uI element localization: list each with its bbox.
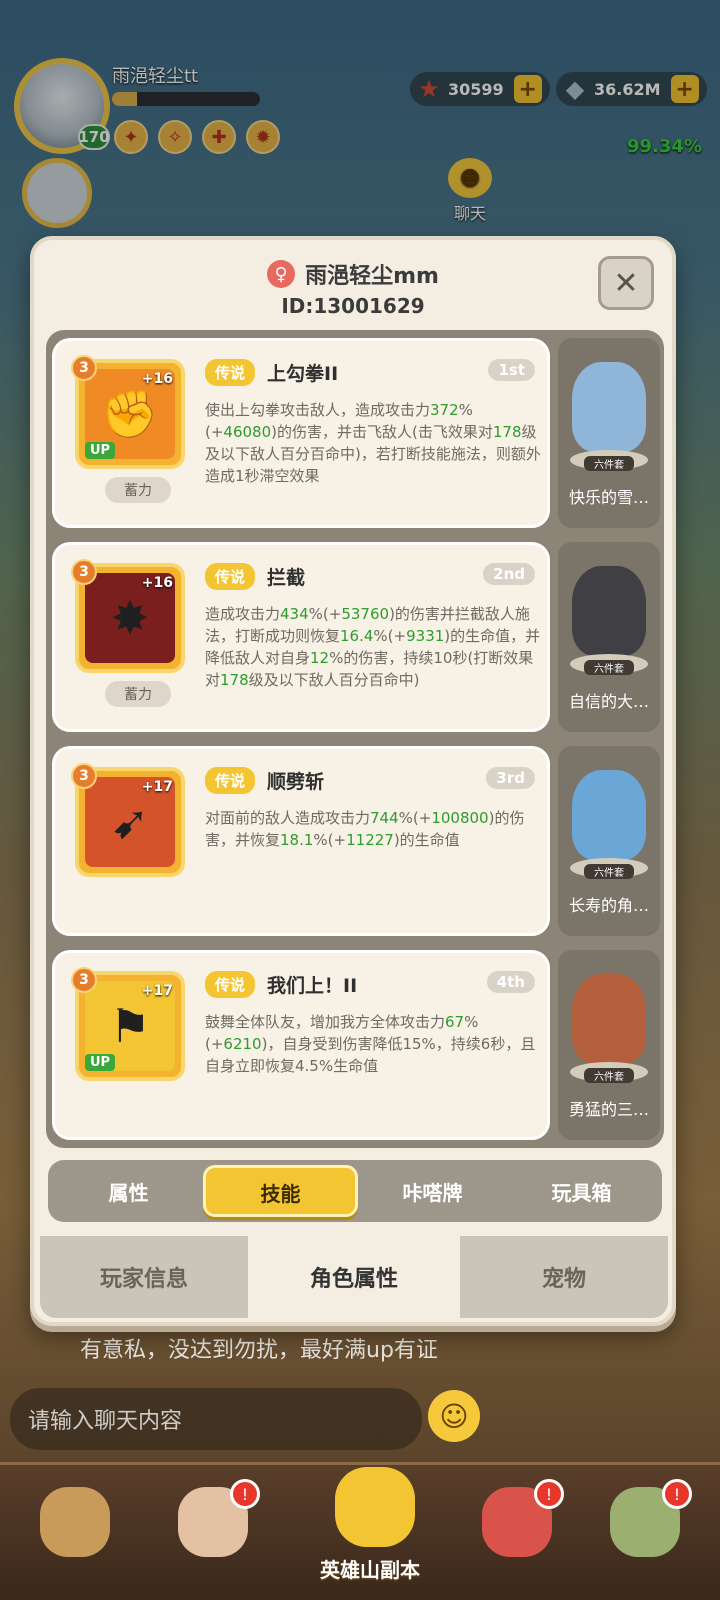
main-tab[interactable]: 角色属性 (250, 1236, 460, 1318)
skill-card[interactable]: ✊ 3 +16 UP 蓄力 传说 上勾拳II 1st 使出上勾拳攻击敌人，造成攻击力372%(+… (52, 338, 550, 528)
nav-character-icon (40, 1487, 110, 1557)
skill-header: 传说 拦截 (205, 563, 305, 590)
pet-name: 勇猛的三… (568, 1100, 649, 1119)
skill-rarity-badge: 传说 (205, 359, 256, 386)
skill-plus-level: +16 (141, 575, 173, 591)
skill-plus-level: +17 (141, 779, 173, 795)
nav-center-label: 英雄山副本 (320, 1558, 420, 1582)
dialog-header: ♀ 雨浥轻尘mm ID:13001629 ✕ (34, 240, 672, 332)
skills-panel: ✊ 3 +16 UP 蓄力 传说 上勾拳II 1st 使出上勾拳攻击敌人，造成攻击力372%(+… (46, 330, 664, 1148)
skill-type-tag: 蓄力 (105, 681, 171, 707)
skill-name: 我们上！II (267, 975, 358, 997)
skill-icon[interactable]: ➹ 3 +17 (71, 763, 185, 877)
emoji-button[interactable]: ☺ (428, 1390, 480, 1442)
pet-card[interactable]: 六件套快乐的雪… (558, 338, 660, 528)
skill-subtab[interactable]: 属性 (54, 1177, 203, 1206)
skill-header: 传说 上勾拳II (205, 359, 338, 386)
skill-slot-rank: 4th (486, 971, 535, 993)
mountain-icon (335, 1467, 415, 1547)
skill-icon[interactable]: ✊ 3 +16 UP (71, 355, 185, 469)
skill-slot-rank: 2nd (483, 563, 535, 585)
skill-card[interactable]: ➹ 3 +17 传说 顺劈斩 3rd 对面前的敌人造成攻击力744%(+100800)的伤害… (52, 746, 550, 936)
pet-name: 快乐的雪… (568, 488, 649, 507)
pet-set-label: 六件套 (584, 864, 634, 879)
skill-rarity-badge: 传说 (205, 767, 256, 794)
nav-item-5[interactable]: ! (590, 1475, 700, 1593)
skill-header: 传说 顺劈斩 (205, 767, 324, 794)
skill-rarity-badge: 传说 (205, 563, 256, 590)
bottom-nav: ! 英雄山副本 ! ! (0, 1462, 720, 1600)
pet-set-label: 六件套 (584, 1068, 634, 1083)
skill-name: 上勾拳II (267, 363, 339, 385)
pet-name: 长寿的角… (568, 896, 649, 915)
skill-name: 拦截 (267, 567, 306, 589)
main-tab[interactable]: 宠物 (460, 1236, 668, 1318)
skill-up-badge: UP (85, 442, 116, 459)
pet-figure-icon (572, 362, 646, 452)
notification-badge-icon: ! (534, 1479, 564, 1509)
skill-description: 造成攻击力434%(+53760)的伤害并拦截敌人施法，打断成功则恢复16.4%… (205, 605, 541, 689)
skill-subtab[interactable]: 玩具箱 (507, 1177, 656, 1206)
dialog-name-row: ♀ 雨浥轻尘mm (34, 258, 672, 290)
pet-set-label: 六件套 (584, 456, 634, 471)
pet-card[interactable]: 六件套勇猛的三… (558, 950, 660, 1140)
skill-level-badge: 3 (71, 967, 97, 993)
skill-icon[interactable]: ⚑ 3 +17 UP (71, 967, 185, 1081)
pet-set-label: 六件套 (584, 660, 634, 675)
skill-type-tag: 蓄力 (105, 477, 171, 503)
close-button[interactable]: ✕ (598, 256, 654, 310)
skill-description: 使出上勾拳攻击敌人，造成攻击力372%(+46080)的伤害，并击飞敌人(击飞效… (205, 401, 541, 485)
skill-slot-rank: 3rd (486, 767, 535, 789)
pet-figure-icon (572, 974, 646, 1064)
skill-icon[interactable]: ✸ 3 +16 (71, 559, 185, 673)
skill-plus-level: +17 (141, 983, 173, 999)
skill-card[interactable]: ⚑ 3 +17 UP 传说 我们上！II 4th 鼓舞全体队友，增加我方全体攻击力67%(+6… (52, 950, 550, 1140)
skill-description: 鼓舞全体队友，增加我方全体攻击力67%(+6210)，自身受到伤害降低15%，持… (205, 1013, 536, 1075)
nav-item-2[interactable]: ! (158, 1475, 268, 1593)
main-tab[interactable]: 玩家信息 (40, 1236, 250, 1318)
pet-card[interactable]: 六件套长寿的角… (558, 746, 660, 936)
skill-level-badge: 3 (71, 355, 97, 381)
pet-name: 自信的大… (568, 692, 649, 711)
nav-item-hero-dungeon[interactable]: 英雄山副本 (295, 1455, 445, 1595)
skill-name: 顺劈斩 (267, 771, 325, 793)
skill-card[interactable]: ✸ 3 +16 蓄力 传说 拦截 2nd 造成攻击力434%(+53760)的伤害并拦截敌人施… (52, 542, 550, 732)
notification-badge-icon: ! (662, 1479, 692, 1509)
skill-rarity-badge: 传说 (205, 971, 256, 998)
dialog-player-id: ID:13001629 (281, 294, 425, 318)
skill-subtabs: 属性 技能 咔嗒牌 玩具箱 (48, 1160, 662, 1222)
skill-level-badge: 3 (71, 763, 97, 789)
main-tabs: 玩家信息 角色属性 宠物 (40, 1236, 668, 1318)
pet-figure-icon (572, 566, 646, 656)
skill-slot-rank: 1st (488, 359, 535, 381)
skill-plus-level: +16 (141, 371, 173, 387)
chat-last-message: 有意私，没达到勿扰，最好满up有证 (80, 1338, 438, 1363)
pet-figure-icon (572, 770, 646, 860)
pet-card[interactable]: 六件套自信的大… (558, 542, 660, 732)
nav-item-4[interactable]: ! (462, 1475, 572, 1593)
dialog-player-name: 雨浥轻尘mm (305, 264, 439, 289)
notification-badge-icon: ! (230, 1479, 260, 1509)
chat-input[interactable]: 请输入聊天内容 (10, 1388, 422, 1450)
skill-up-badge: UP (85, 1054, 116, 1071)
skill-level-badge: 3 (71, 559, 97, 585)
nav-item-1[interactable] (20, 1475, 130, 1593)
female-gender-icon: ♀ (267, 260, 296, 288)
skill-description: 对面前的敌人造成攻击力744%(+100800)的伤害，并恢复18.1%(+11… (205, 809, 525, 849)
skill-subtab[interactable]: 技能 (203, 1165, 358, 1217)
skill-subtab[interactable]: 咔嗒牌 (358, 1177, 507, 1206)
skill-header: 传说 我们上！II (205, 971, 357, 998)
player-profile-dialog: ♀ 雨浥轻尘mm ID:13001629 ✕ ✊ 3 +16 UP 蓄力 传说 上勾拳II 1… (30, 236, 676, 1326)
